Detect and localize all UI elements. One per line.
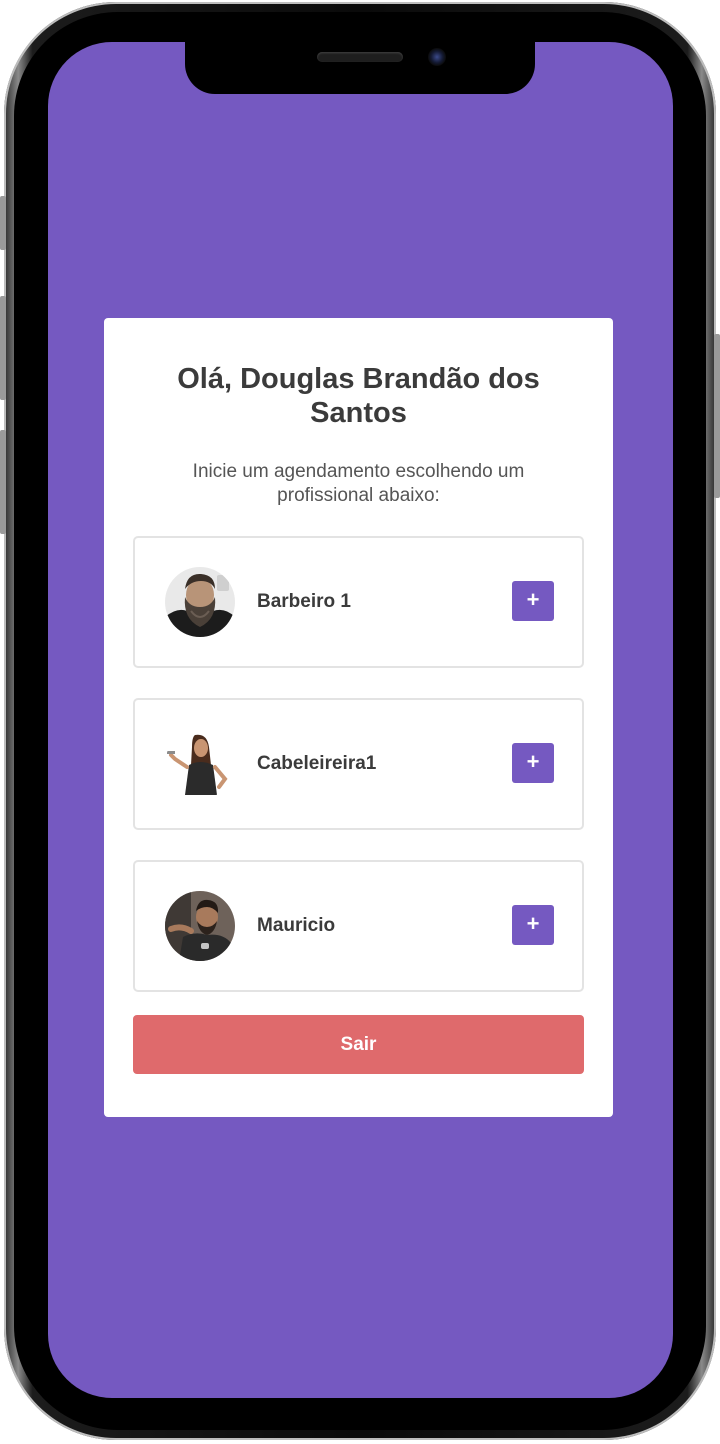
professional-name: Cabeleireira1 [257,753,377,774]
add-appointment-button[interactable]: + [512,743,554,783]
professional-name: Mauricio [257,915,336,936]
add-appointment-button[interactable]: + [512,905,554,945]
main-card: Olá, Douglas Brandão dos Santos Inicie u… [104,318,613,1117]
phone-silent-switch [0,196,6,250]
plus-icon: + [526,911,540,936]
professional-item: Mauricio + [133,860,584,992]
professional-avatar [165,891,235,961]
professional-avatar [165,567,235,637]
plus-icon: + [526,587,540,612]
phone-notch [185,40,535,94]
phone-power-button [714,334,720,498]
phone-volume-down [0,430,6,534]
greeting-title: Olá, Douglas Brandão dos Santos [177,363,540,429]
plus-icon: + [526,749,540,774]
barber-man-photo [165,891,235,961]
speaker-grille [317,52,403,62]
professional-item: Barbeiro 1 + [133,536,584,668]
logout-button[interactable]: Sair [133,1015,584,1074]
professional-name: Barbeiro 1 [257,591,351,612]
professional-item: Cabeleireira1 + [133,698,584,830]
phone-volume-up [0,296,6,400]
instruction-text: Inicie um agendamento escolhendo um prof… [192,461,525,506]
add-appointment-button[interactable]: + [512,581,554,621]
bearded-man-photo [165,567,235,637]
professional-avatar [165,729,235,799]
front-camera [428,48,446,66]
hairdresser-woman-photo [165,729,235,799]
professional-list: Barbeiro 1 + Cabeleireira1 + Mauricio + [133,536,584,1022]
